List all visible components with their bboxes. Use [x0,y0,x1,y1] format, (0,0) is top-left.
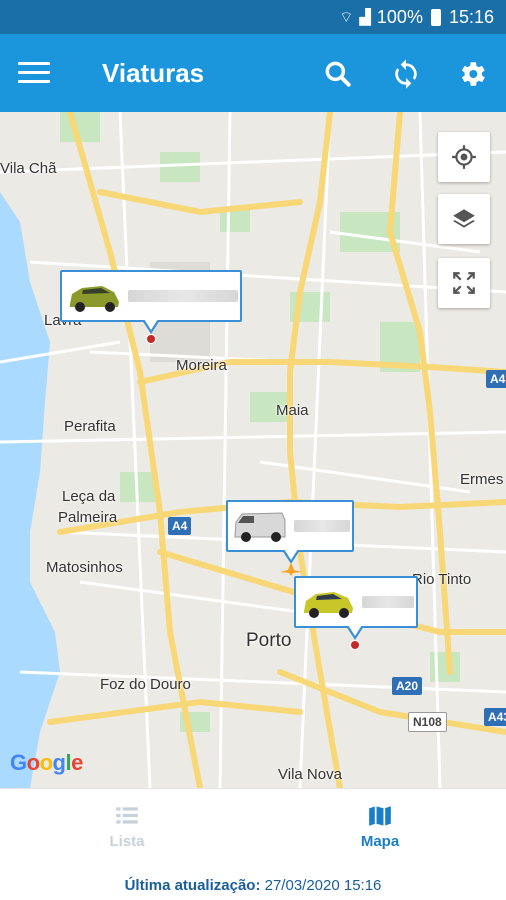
wifi-icon: ⌔ [339,8,354,26]
bubble-tail [284,549,298,560]
tab-label: Mapa [360,833,400,850]
road-shield: N108 [408,712,447,732]
list-icon [116,807,138,824]
vehicle-label [362,596,414,608]
place-label: Perafita [64,418,116,435]
page-title: Viaturas [102,58,205,88]
bottom-nav: Lista Mapa Última atualização: 27/03/202… [0,788,506,900]
road-shield: A20 [392,677,423,695]
fullscreen-icon [453,272,475,294]
road-shield: A43 [484,708,506,726]
fullscreen-button[interactable] [438,258,490,308]
bubble-tail [348,625,362,636]
place-label: Palmeira [58,509,118,526]
place-label: Vila Chã [0,160,57,177]
tab-label: Lista [109,833,145,850]
place-label: Vila Nova [278,766,342,783]
place-label: Leça da [62,488,116,505]
car-icon [70,286,119,312]
vehicle-bubble[interactable] [294,576,418,628]
map-roads [0,112,506,788]
battery-percent: 100% [376,6,423,27]
vehicle-pin[interactable] [350,640,360,650]
crosshair-icon [452,145,476,169]
tab-lista[interactable]: Lista [67,803,187,851]
vehicle-bubble[interactable] [226,500,354,552]
last-update-label: Última atualização: [124,877,261,894]
google-logo: Google [10,750,83,775]
status-bar: ⌔ ▟ 100% 15:16 [0,0,506,34]
battery-icon [430,8,441,26]
place-label: Matosinhos [46,559,123,576]
plane-icon [280,562,302,576]
map-view[interactable]: Vila Chã Lavra Moreira Maia Perafita Leç… [0,112,506,788]
layers-button[interactable] [438,194,490,244]
vehicle-label [128,290,238,302]
road-shield: A4 [486,370,506,388]
vehicle-pin[interactable] [146,334,156,344]
sync-icon[interactable] [390,58,422,90]
road-shield: A4 [168,517,192,535]
app-bar: Viaturas [0,34,506,112]
place-label: Porto [246,630,292,651]
gear-icon[interactable] [456,58,488,90]
tab-mapa[interactable]: Mapa [320,803,440,851]
search-icon[interactable] [322,58,354,90]
bubble-tail [144,319,158,330]
last-update-value: 27/03/2020 15:16 [264,877,382,894]
place-label: Moreira [176,357,227,374]
car-icon [304,592,353,618]
place-label: Ermes [460,471,504,488]
place-label: Rio Tinto [412,571,472,588]
van-icon [234,512,286,542]
layers-icon [453,209,475,228]
vehicle-bubble[interactable] [60,270,242,322]
signal-icon: ▟ [359,9,371,26]
place-label: Foz do Douro [100,676,191,693]
clock: 15:16 [448,6,494,27]
place-label: Maia [276,402,309,419]
vehicle-label [294,520,350,532]
last-update: Última atualização: 27/03/2020 15:16 [0,877,506,894]
my-location-button[interactable] [438,132,490,182]
map-icon [369,806,391,826]
menu-icon[interactable] [18,62,50,84]
